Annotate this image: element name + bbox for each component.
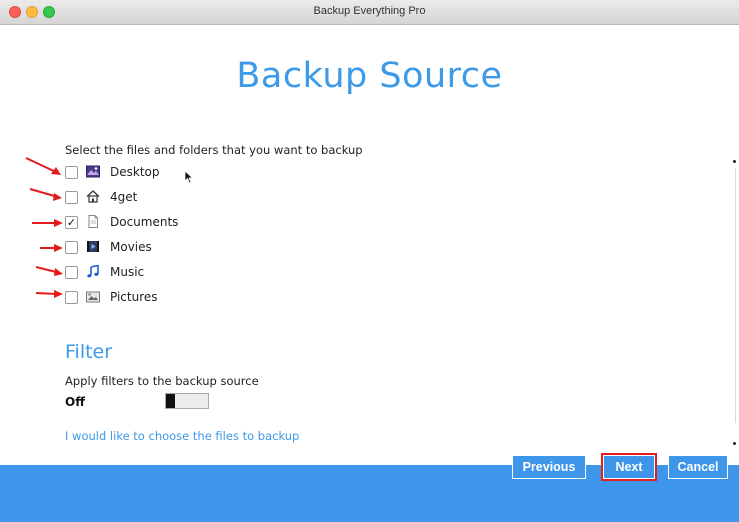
- filter-heading: Filter: [65, 341, 113, 363]
- annotation-arrow-icon: [35, 290, 63, 298]
- choose-files-link[interactable]: I would like to choose the files to back…: [65, 429, 299, 443]
- pictures-label: Pictures: [110, 290, 158, 304]
- scroll-track[interactable]: [735, 168, 736, 423]
- desktop-checkbox[interactable]: [65, 166, 78, 179]
- music-folder-icon: [86, 264, 100, 279]
- filter-state-label: Off: [65, 395, 85, 409]
- desktop-folder-icon: [86, 165, 100, 179]
- next-button[interactable]: Next: [601, 453, 657, 481]
- annotation-arrow-icon: [29, 188, 62, 201]
- annotation-arrow-icon: [35, 266, 63, 276]
- window-title: Backup Everything Pro: [313, 5, 426, 17]
- filter-description: Apply filters to the backup source: [65, 374, 259, 388]
- music-label: Music: [110, 265, 145, 279]
- cancel-button[interactable]: Cancel: [668, 455, 728, 479]
- desktop-label: Desktop: [110, 165, 160, 179]
- annotation-arrow-icon: [25, 157, 61, 175]
- 4get-label: 4get: [110, 190, 138, 204]
- movies-label: Movies: [110, 240, 152, 254]
- pictures-checkbox[interactable]: [65, 291, 78, 304]
- filter-toggle-knob: [166, 394, 175, 408]
- window-titlebar: Backup Everything Pro: [0, 0, 739, 25]
- source-instruction: Select the files and folders that you wa…: [65, 143, 363, 157]
- page-title: Backup Source: [236, 56, 503, 96]
- previous-button[interactable]: Previous: [512, 455, 586, 479]
- movies-folder-icon: [86, 240, 100, 254]
- movies-checkbox[interactable]: [65, 241, 78, 254]
- music-checkbox[interactable]: [65, 266, 78, 279]
- documents-folder-icon: [86, 215, 100, 229]
- content-scrollbar[interactable]: [733, 150, 738, 450]
- scroll-up-marker: [733, 160, 736, 163]
- annotation-arrow-icon: [40, 244, 63, 252]
- 4get-checkbox[interactable]: [65, 191, 78, 204]
- scroll-down-marker: [733, 442, 736, 445]
- mouse-cursor-icon: [184, 170, 194, 184]
- pictures-folder-icon: [86, 290, 100, 304]
- annotation-arrow-icon: [32, 219, 63, 227]
- filter-toggle[interactable]: [165, 393, 209, 409]
- documents-label: Documents: [110, 215, 179, 229]
- home-icon: [86, 190, 100, 204]
- documents-checkbox[interactable]: ✓: [65, 216, 78, 229]
